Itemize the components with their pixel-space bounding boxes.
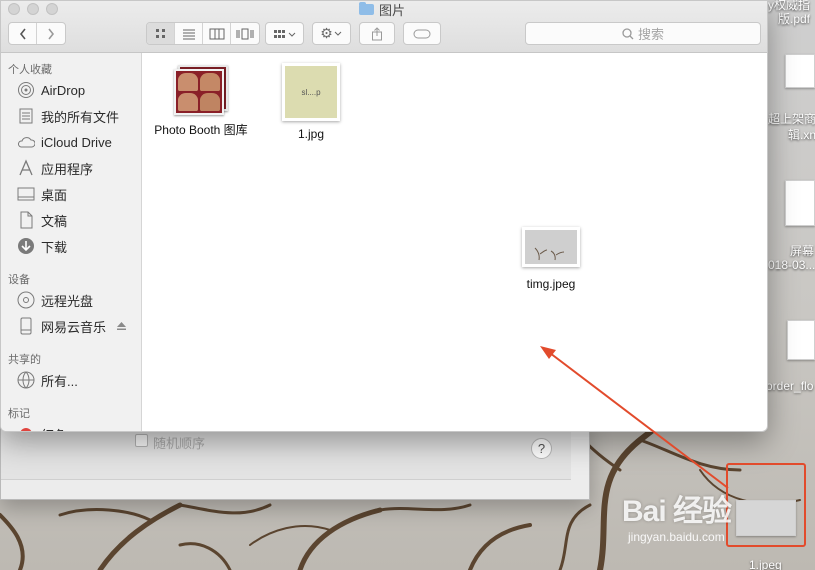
annotation-arrow (540, 346, 729, 489)
baidu-watermark-url: jingyan.baidu.com (628, 530, 725, 544)
baidu-watermark: Bai 经验 (622, 495, 732, 528)
annotation-highlight-box (726, 463, 806, 547)
